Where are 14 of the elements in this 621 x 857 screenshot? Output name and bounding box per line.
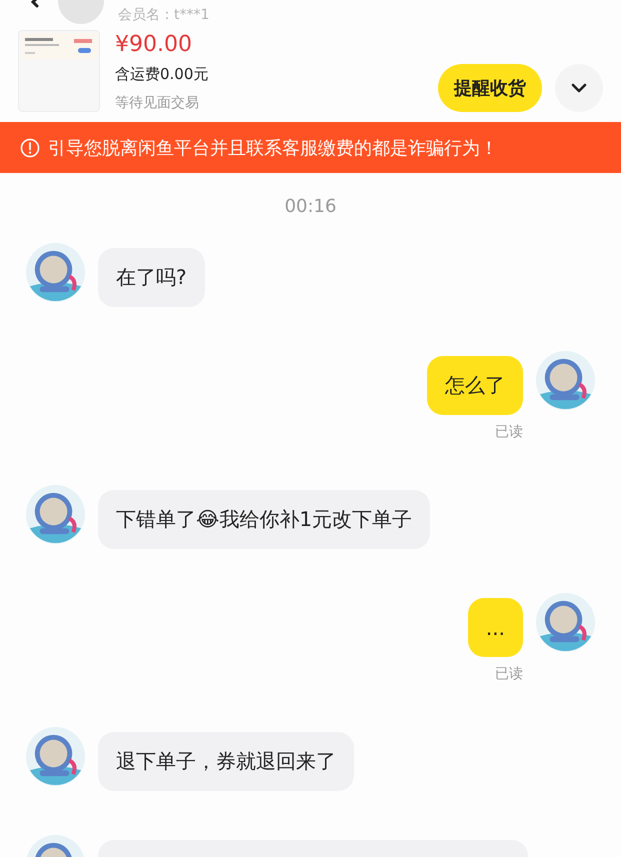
shipping-fee: 含运费0.00元 [115,64,210,85]
message-bubble: 退下单子，券就退回来了 [98,732,354,791]
member-name: 会员名：t***1 [118,6,210,24]
message-bubble: ... [468,598,523,657]
read-receipt: 已读 [495,423,523,441]
message-bubble: 怎么了 [427,356,523,415]
price: ¥90.00 [115,31,193,59]
timestamp: 00:16 [284,195,336,219]
remind-button[interactable]: 提醒收货 [438,64,542,112]
read-receipt: 已读 [495,665,523,683]
message-bubble: 在了吗? [98,248,205,307]
order-status: 等待见面交易 [115,94,200,113]
message-bubble: 下错单了😂我给你补1元改下单子 [98,490,430,549]
warning-text: 引导您脱离闲鱼平台并且联系客服缴费的都是诈骗行为！ [48,136,498,160]
